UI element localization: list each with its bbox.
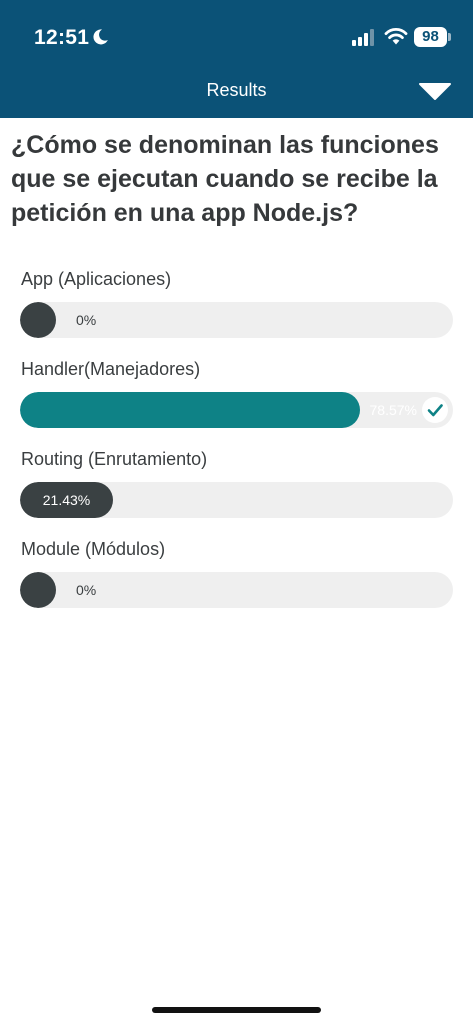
percent-label: 0% — [76, 312, 97, 328]
option-label: Handler(Manejadores) — [21, 359, 201, 379]
moon-icon — [93, 29, 108, 45]
chevron-down-icon[interactable] — [418, 82, 452, 102]
result-bar[interactable]: 78.57% — [20, 392, 453, 428]
empty-result-dot — [20, 302, 56, 338]
result-bar[interactable]: 0% — [20, 302, 453, 338]
app-header: 12:51 98 Results — [0, 0, 473, 118]
empty-result-dot — [20, 572, 56, 608]
battery-cap — [448, 33, 451, 41]
question-text: ¿Cómo se denominan las funciones que se … — [11, 131, 439, 227]
signal-icon — [352, 29, 374, 46]
result-bar[interactable]: 21.43% — [20, 482, 453, 518]
option-label: Module (Módulos) — [21, 539, 166, 559]
percent-label: 78.57% — [369, 402, 417, 418]
battery-icon: 98 — [414, 27, 447, 47]
status-time: 12:51 — [34, 26, 90, 49]
result-fill — [20, 392, 360, 428]
battery-level: 98 — [422, 28, 439, 45]
wifi-icon — [384, 28, 408, 45]
percent-label: 21.43% — [42, 492, 91, 508]
page-title: Results — [206, 80, 267, 100]
result-bar[interactable]: 0% — [20, 572, 453, 608]
home-indicator — [152, 1007, 321, 1013]
option-label: Routing (Enrutamiento) — [21, 449, 208, 469]
check-icon — [422, 397, 448, 423]
option-label: App (Aplicaciones) — [21, 269, 172, 289]
percent-label: 0% — [76, 582, 97, 598]
